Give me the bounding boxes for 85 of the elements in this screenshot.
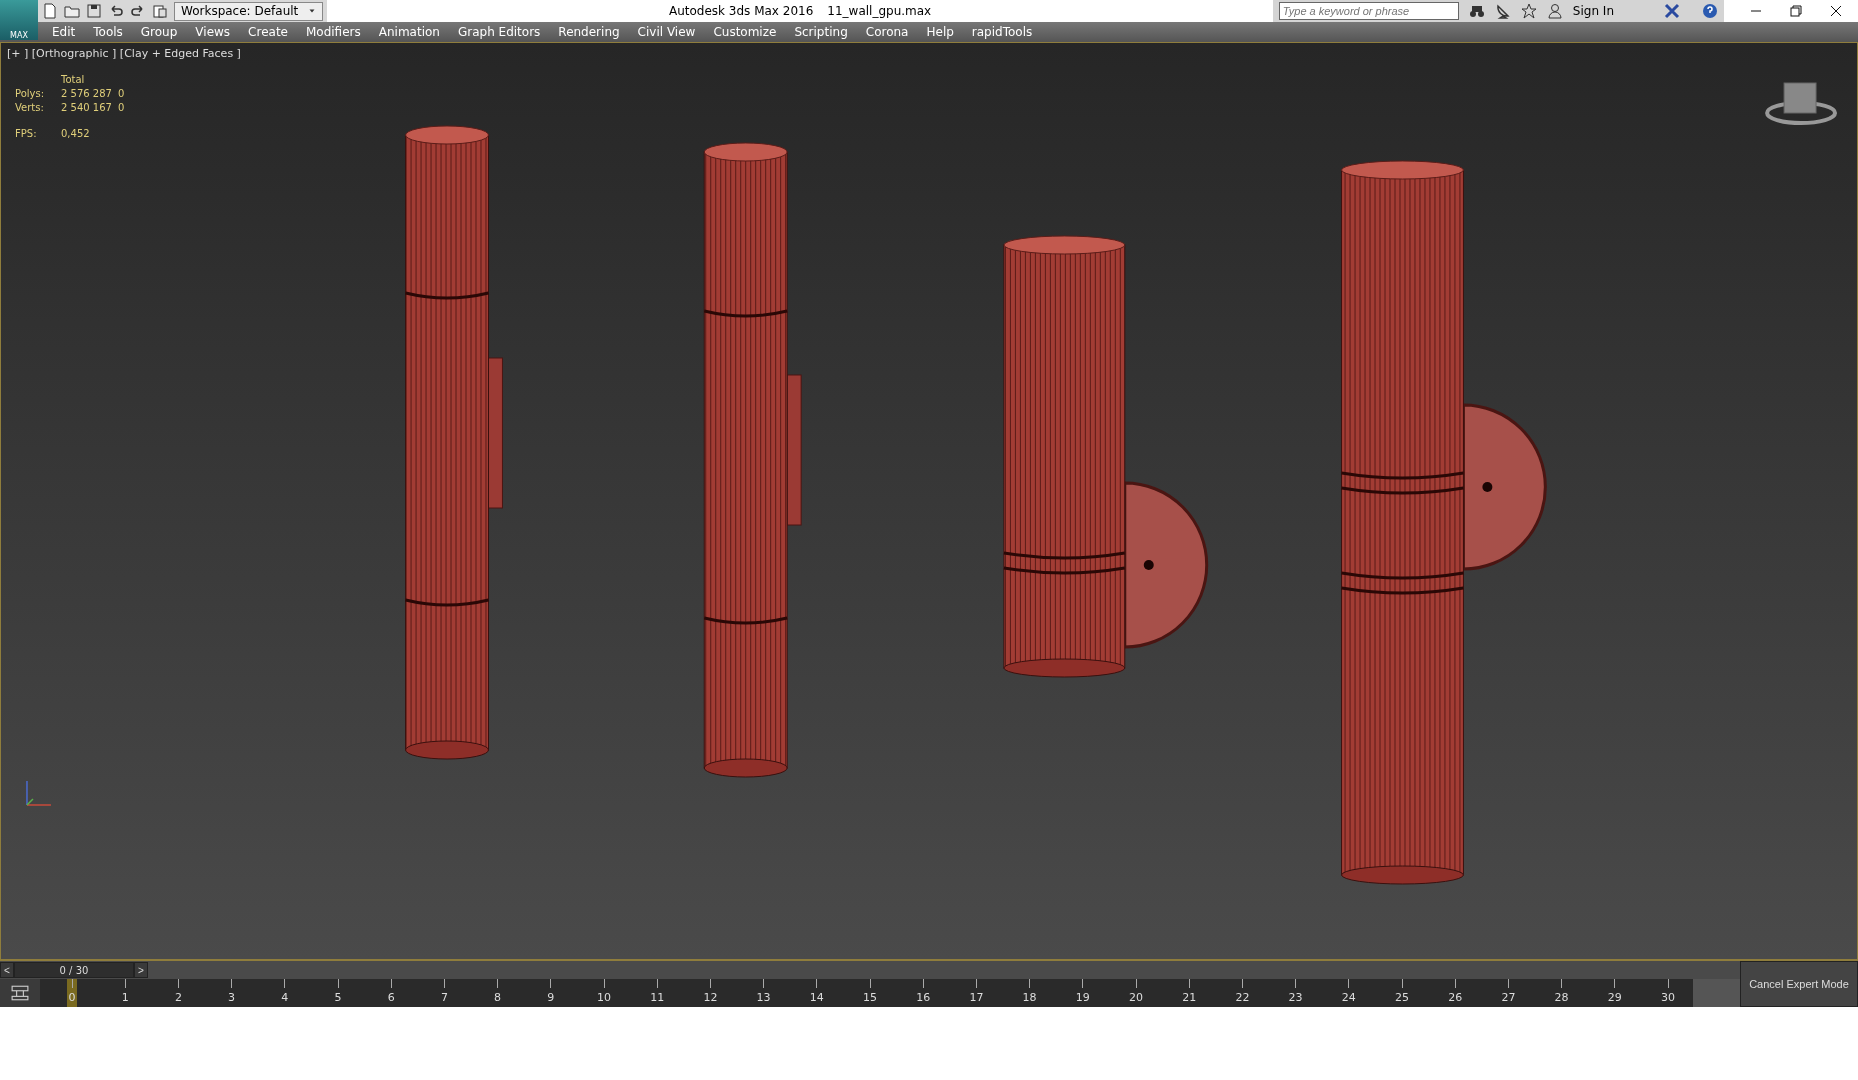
key-filter-icon[interactable]	[10, 984, 30, 1002]
project-folder-icon[interactable]	[152, 3, 168, 19]
stat-value: 0	[117, 102, 125, 113]
restore-icon[interactable]	[1788, 3, 1804, 19]
timeline-tick: 9	[545, 979, 556, 1007]
timeline-tick: 16	[918, 979, 929, 1007]
timeline-tick: 22	[1237, 979, 1248, 1007]
menu-item[interactable]: rapidTools	[971, 25, 1033, 39]
menu-item[interactable]: Corona	[865, 25, 909, 39]
help-icon[interactable]	[1702, 3, 1718, 19]
menu-item[interactable]: Modifiers	[305, 25, 361, 39]
fps-value: 0,452	[61, 128, 91, 139]
timeline-tick: 29	[1609, 979, 1620, 1007]
open-folder-icon[interactable]	[64, 3, 80, 19]
timeline-tick: 5	[333, 979, 343, 1007]
timeline-tick: 0	[67, 979, 77, 1007]
timeline-tick: 26	[1450, 979, 1461, 1007]
timeline-tick: 30	[1663, 979, 1673, 1007]
timeline-tick: 13	[758, 979, 769, 1007]
caret-icon	[308, 7, 317, 15]
menu-item[interactable]: Animation	[378, 25, 440, 39]
timeline-tick: 8	[492, 979, 503, 1007]
timeline-tick: 19	[1077, 979, 1088, 1007]
timeline-tick: 1	[120, 979, 131, 1007]
time-slider-thumb[interactable]: 0 / 30	[14, 962, 134, 978]
timeline-tick: 10	[599, 979, 609, 1007]
stat-value: 2 576 287	[61, 88, 112, 99]
timeline-tick: 23	[1290, 979, 1301, 1007]
stat-value: 2 540 167	[61, 102, 112, 113]
timeline-track[interactable]: 0 1 2 3 4 5 6 7 8 9 10 11 12 13 14 15 16 17 18 19 20 21 22 23 24 25 26 27 28 29 30	[40, 979, 1693, 1007]
save-icon[interactable]	[86, 3, 102, 19]
next-frame-button[interactable]: >	[134, 962, 148, 978]
menu-item[interactable]: Group	[140, 25, 178, 39]
workspace-dropdown[interactable]: Workspace: Default	[174, 1, 324, 21]
timeline-tick: 17	[971, 979, 982, 1007]
menu-item[interactable]: Graph Editors	[457, 25, 541, 39]
file-name: 11_wall_gpu.max	[827, 4, 932, 18]
search-field[interactable]: Type a keyword or phrase	[1278, 2, 1459, 20]
undo-icon[interactable]	[108, 3, 124, 19]
satellite-dish-icon[interactable]	[1494, 3, 1511, 19]
timeline-tick: 24	[1343, 979, 1354, 1007]
fps-label: FPS:	[15, 128, 38, 139]
menu-item[interactable]: Help	[926, 25, 954, 39]
timeline-tick: 27	[1503, 979, 1514, 1007]
stat-label: Verts:	[15, 102, 45, 113]
timeline-tick: 15	[865, 979, 875, 1007]
stat-label: Polys:	[15, 88, 46, 99]
viewport-label[interactable]: [+ ] [Orthographic ] [Clay + Edged Faces ]	[7, 47, 1851, 60]
user-icon	[1546, 3, 1563, 19]
previous-frame-button[interactable]: <	[0, 962, 14, 978]
timeline-tick: 21	[1184, 979, 1195, 1007]
timeline-tick: 20	[1131, 979, 1141, 1007]
x-logo-icon[interactable]	[1664, 3, 1680, 19]
close-icon[interactable]	[1828, 3, 1844, 19]
binoculars-icon[interactable]	[1468, 3, 1485, 19]
timeline-tick: 2	[173, 979, 184, 1007]
timeline-tick: 6	[386, 979, 397, 1007]
window-title: Autodesk 3ds Max 2016	[668, 4, 814, 18]
timeline-tick: 7	[439, 979, 450, 1007]
stats-header: Total	[61, 74, 86, 85]
timeline-tick: 25	[1397, 979, 1407, 1007]
menu-item[interactable]: Tools	[93, 25, 123, 39]
timeline-tick: 14	[811, 979, 822, 1007]
menu-item[interactable]: Civil View	[637, 25, 696, 39]
app-menu-button[interactable]: MAX	[0, 0, 38, 40]
timeline-tick: 12	[705, 979, 716, 1007]
cancel-expert-mode-button[interactable]: Cancel Expert Mode	[1740, 961, 1858, 1007]
timeline-tick: 3	[226, 979, 237, 1007]
timeline-tick: 4	[279, 979, 290, 1007]
sign-in-link[interactable]: Sign In	[1572, 4, 1614, 18]
timeline-tick: 28	[1556, 979, 1567, 1007]
menu-item[interactable]: Create	[248, 25, 288, 39]
menu-item[interactable]: Rendering	[558, 25, 620, 39]
redo-icon[interactable]	[130, 3, 146, 19]
star-icon[interactable]	[1520, 3, 1537, 19]
new-file-icon[interactable]	[42, 3, 58, 19]
menu-item[interactable]: Edit	[52, 25, 76, 39]
axis-tripod-icon	[26, 780, 52, 806]
menu-item[interactable]: Scripting	[794, 25, 848, 39]
timeline-tick: 11	[652, 979, 663, 1007]
menu-item[interactable]: Views	[195, 25, 231, 39]
timeline-tick: 18	[1024, 979, 1035, 1007]
nav-cube-icon[interactable]	[1765, 82, 1837, 125]
stat-value: 0	[117, 88, 125, 99]
menu-item[interactable]: Customize	[713, 25, 777, 39]
